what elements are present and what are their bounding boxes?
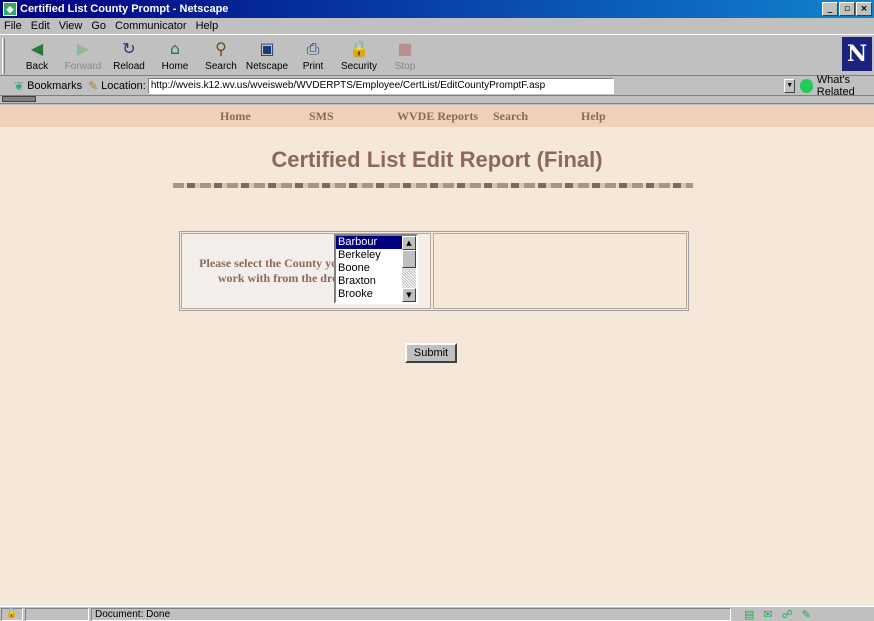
listbox-scrollbar[interactable]: ▲ ▼ bbox=[402, 236, 416, 302]
security-status-icon[interactable]: 🔓 bbox=[1, 607, 23, 621]
netscape-logo[interactable]: N bbox=[842, 37, 872, 71]
url-field[interactable]: http://wveis.k12.wv.us/wveisweb/WVDERPTS… bbox=[147, 77, 615, 94]
county-listbox[interactable]: Barbour Berkeley Boone Braxton Brooke ▲ … bbox=[334, 234, 418, 304]
menu-edit[interactable]: Edit bbox=[31, 20, 50, 32]
page-content: Home SMS WVDE Reports Search Help Certif… bbox=[0, 105, 874, 606]
submit-button[interactable]: Submit bbox=[405, 343, 457, 363]
reload-button[interactable]: ↻ Reload bbox=[106, 35, 152, 72]
page-title: Certified List Edit Report (Final) bbox=[271, 147, 603, 172]
scroll-up-arrow-icon[interactable]: ▲ bbox=[402, 236, 416, 250]
bookmarks-button[interactable]: Bookmarks bbox=[27, 80, 82, 92]
related-icon bbox=[800, 78, 813, 93]
progress-indicator bbox=[25, 607, 89, 621]
home-button[interactable]: ⌂ Home bbox=[152, 35, 198, 72]
forward-button[interactable]: ▶ Forward bbox=[60, 35, 106, 72]
netscape-guide-icon: ▣ bbox=[259, 39, 275, 58]
scroll-thumb[interactable] bbox=[402, 250, 416, 268]
minimize-button[interactable]: _ bbox=[822, 2, 838, 16]
county-selection-table: Please select the County you would like … bbox=[179, 231, 689, 311]
stop-button[interactable]: ■ Stop bbox=[382, 35, 428, 72]
toolbar-grip[interactable] bbox=[2, 38, 5, 74]
menu-help[interactable]: Help bbox=[196, 20, 219, 32]
menu-go[interactable]: Go bbox=[91, 20, 106, 32]
back-icon: ◀ bbox=[30, 39, 44, 58]
county-option[interactable]: Boone bbox=[336, 262, 404, 275]
county-option[interactable]: Braxton bbox=[336, 275, 404, 288]
mail-icon[interactable]: ✉ bbox=[763, 608, 772, 621]
county-option[interactable]: Brooke bbox=[336, 288, 404, 301]
nav-home-link[interactable]: Home bbox=[220, 109, 251, 124]
close-button[interactable]: × bbox=[856, 2, 872, 16]
site-nav-bar: Home SMS WVDE Reports Search Help bbox=[0, 105, 874, 127]
netscape-icon: ◆ bbox=[3, 2, 17, 16]
nav-search-link[interactable]: Search bbox=[493, 109, 528, 124]
menu-file[interactable]: File bbox=[4, 20, 22, 32]
back-button[interactable]: ◀ Back bbox=[14, 35, 60, 72]
stop-icon: ■ bbox=[397, 39, 413, 58]
netscape-guide-button[interactable]: ▣ Netscape bbox=[244, 35, 290, 72]
county-option[interactable]: Berkeley bbox=[336, 249, 404, 262]
nav-sms-link[interactable]: SMS bbox=[309, 109, 334, 124]
county-select-cell bbox=[433, 233, 687, 309]
search-icon: ⚲ bbox=[215, 39, 227, 58]
reload-icon: ↻ bbox=[122, 39, 136, 58]
menu-bar: File Edit View Go Communicator Help bbox=[0, 18, 874, 34]
component-bar: ▤ ✉ ☍ ✎ bbox=[735, 608, 811, 621]
print-button[interactable]: ⎙ Print bbox=[290, 35, 336, 72]
status-bar: 🔓 Document: Done ▤ ✉ ☍ ✎ bbox=[0, 606, 874, 621]
search-button[interactable]: ⚲ Search bbox=[198, 35, 244, 72]
security-button[interactable]: 🔒 Security bbox=[336, 35, 382, 72]
location-icon[interactable]: ✎ bbox=[88, 79, 98, 93]
url-dropdown-button[interactable]: ▼ bbox=[784, 78, 796, 93]
forward-icon: ▶ bbox=[76, 39, 90, 58]
navigator-icon[interactable]: ▤ bbox=[744, 608, 754, 621]
print-icon: ⎙ bbox=[306, 39, 320, 58]
menu-communicator[interactable]: Communicator bbox=[115, 20, 187, 32]
security-lock-icon: 🔒 bbox=[349, 39, 369, 58]
nav-wvde-reports-link[interactable]: WVDE Reports bbox=[397, 109, 478, 124]
status-message: Document: Done bbox=[91, 607, 731, 621]
location-label: Location: bbox=[101, 79, 146, 92]
maximize-button[interactable]: ▫ bbox=[839, 2, 855, 16]
navigation-toolbar: ◀ Back ▶ Forward ↻ Reload ⌂ Home ⚲ Searc… bbox=[0, 34, 874, 76]
home-icon: ⌂ bbox=[169, 39, 181, 58]
bookmarks-icon[interactable]: ❦ bbox=[14, 79, 24, 93]
personal-toolbar-strip bbox=[0, 96, 874, 104]
whats-related-button[interactable]: What's Related bbox=[800, 74, 874, 98]
composer-icon[interactable]: ✎ bbox=[802, 608, 811, 621]
collapsed-toolbar-tab[interactable] bbox=[2, 96, 36, 102]
county-option[interactable]: Barbour bbox=[336, 236, 404, 249]
scroll-down-arrow-icon[interactable]: ▼ bbox=[402, 288, 416, 302]
menu-view[interactable]: View bbox=[59, 20, 83, 32]
scroll-track[interactable] bbox=[402, 268, 416, 288]
decorative-divider bbox=[173, 183, 693, 188]
nav-help-link[interactable]: Help bbox=[581, 109, 606, 124]
window-title: Certified List County Prompt - Netscape bbox=[20, 3, 229, 15]
discussions-icon[interactable]: ☍ bbox=[782, 608, 793, 621]
location-toolbar: ❦ Bookmarks ✎ Location: http://wveis.k12… bbox=[0, 74, 874, 98]
window-titlebar: ◆ Certified List County Prompt - Netscap… bbox=[0, 0, 874, 18]
